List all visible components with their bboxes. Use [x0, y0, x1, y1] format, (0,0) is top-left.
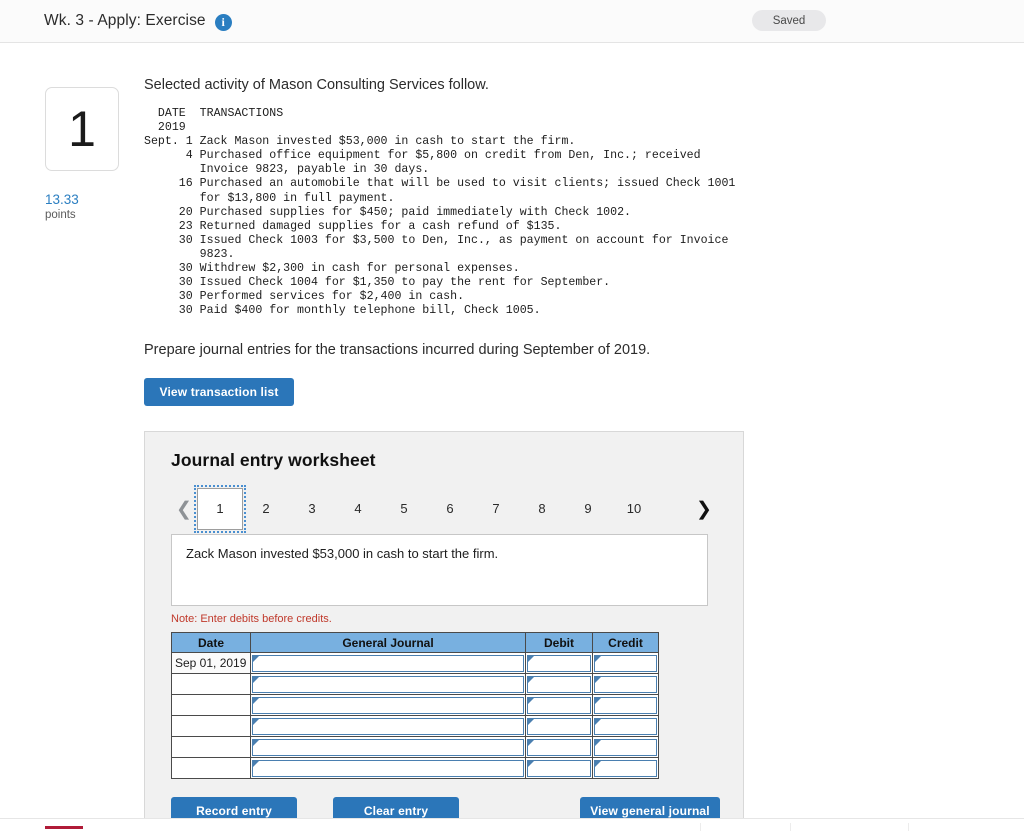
status-badge: Saved: [752, 10, 826, 31]
pager-page-4[interactable]: 4: [335, 488, 381, 530]
question-number-box: 1: [45, 87, 119, 171]
cell-date[interactable]: [171, 757, 251, 780]
account-select-field[interactable]: [252, 717, 524, 735]
cell-general-journal[interactable]: [250, 715, 526, 738]
cell-debit[interactable]: [525, 652, 593, 675]
info-icon[interactable]: i: [214, 13, 232, 31]
question-rail: 1 13.33 points: [45, 87, 141, 221]
credit-input-field[interactable]: [594, 759, 657, 777]
table-row: Sep 01, 2019: [171, 652, 659, 675]
debit-input-field[interactable]: [527, 759, 591, 777]
credit-input-field[interactable]: [594, 675, 657, 693]
cell-date[interactable]: [171, 715, 251, 738]
footer-accent-bar: [45, 826, 83, 829]
footer-bar: [0, 818, 1024, 831]
journal-entry-worksheet-panel: Journal entry worksheet ❮ 1 2 3 4 5 6 7 …: [144, 431, 744, 827]
debit-input-field[interactable]: [527, 654, 591, 672]
cell-date[interactable]: Sep 01, 2019: [171, 652, 251, 675]
credit-input-field[interactable]: [594, 738, 657, 756]
cell-credit[interactable]: [592, 715, 659, 738]
pager-page-8[interactable]: 8: [519, 488, 565, 530]
cell-credit[interactable]: [592, 757, 659, 780]
account-select-field[interactable]: [252, 738, 524, 756]
cell-debit[interactable]: [525, 694, 593, 717]
instruction-text: Prepare journal entries for the transact…: [144, 342, 651, 359]
intro-text: Selected activity of Mason Consulting Se…: [144, 77, 489, 93]
column-header-debit: Debit: [525, 632, 593, 654]
cell-debit[interactable]: [525, 757, 593, 780]
account-select-field[interactable]: [252, 759, 524, 777]
cell-credit[interactable]: [592, 673, 659, 696]
column-header-credit: Credit: [592, 632, 659, 654]
table-row: [171, 715, 659, 738]
cell-date[interactable]: [171, 694, 251, 717]
main-column: Selected activity of Mason Consulting Se…: [144, 55, 784, 827]
cell-general-journal[interactable]: [250, 757, 526, 780]
column-header-date: Date: [171, 632, 251, 654]
pager-page-7[interactable]: 7: [473, 488, 519, 530]
table-row: [171, 673, 659, 696]
column-header-general-journal: General Journal: [250, 632, 526, 654]
chevron-left-icon[interactable]: ❮: [171, 500, 197, 519]
top-bar: Wk. 3 - Apply: Exercise i Saved: [0, 0, 1024, 43]
transactions-block: DATE TRANSACTIONS 2019 Sept. 1 Zack Maso…: [144, 107, 736, 318]
worksheet-pager: ❮ 1 2 3 4 5 6 7 8 9 10 ❯: [171, 485, 717, 534]
cell-debit[interactable]: [525, 673, 593, 696]
account-select-field[interactable]: [252, 675, 524, 693]
points-label: points: [45, 209, 76, 221]
cell-general-journal[interactable]: [250, 736, 526, 759]
question-number: 1: [68, 101, 96, 157]
debit-input-field[interactable]: [527, 738, 591, 756]
table-row: [171, 736, 659, 759]
credit-input-field[interactable]: [594, 654, 657, 672]
cell-credit[interactable]: [592, 694, 659, 717]
page-title: Wk. 3 - Apply: Exercise: [44, 12, 206, 29]
entry-description-box: Zack Mason invested $53,000 in cash to s…: [171, 534, 708, 607]
table-row: [171, 757, 659, 780]
debit-input-field[interactable]: [527, 675, 591, 693]
cell-general-journal[interactable]: [250, 652, 526, 675]
account-select-field[interactable]: [252, 654, 524, 672]
cell-credit[interactable]: [592, 652, 659, 675]
credit-input-field[interactable]: [594, 717, 657, 735]
pager-page-1[interactable]: 1: [194, 485, 246, 534]
pager-page-6[interactable]: 6: [427, 488, 473, 530]
debit-input-field[interactable]: [527, 717, 591, 735]
cell-debit[interactable]: [525, 715, 593, 738]
pager-page-10[interactable]: 10: [611, 488, 657, 530]
cell-debit[interactable]: [525, 736, 593, 759]
cell-credit[interactable]: [592, 736, 659, 759]
pager-page-3[interactable]: 3: [289, 488, 335, 530]
worksheet-title: Journal entry worksheet: [171, 450, 376, 471]
journal-entry-table: Date General Journal Debit Credit Sep 01…: [171, 632, 659, 780]
table-row: [171, 694, 659, 717]
chevron-right-icon[interactable]: ❯: [691, 500, 717, 519]
page-body: 1 13.33 points Selected activity of Maso…: [0, 43, 1024, 827]
cell-date[interactable]: [171, 736, 251, 759]
cell-general-journal[interactable]: [250, 694, 526, 717]
table-header-row: Date General Journal Debit Credit: [171, 632, 659, 654]
credit-input-field[interactable]: [594, 696, 657, 714]
pager-page-2[interactable]: 2: [243, 488, 289, 530]
cell-date[interactable]: [171, 673, 251, 696]
account-select-field[interactable]: [252, 696, 524, 714]
pager-page-5[interactable]: 5: [381, 488, 427, 530]
points-value: 13.33: [45, 192, 79, 207]
debits-before-credits-note: Note: Enter debits before credits.: [171, 613, 332, 626]
view-transaction-list-button[interactable]: View transaction list: [144, 378, 294, 407]
cell-general-journal[interactable]: [250, 673, 526, 696]
debit-input-field[interactable]: [527, 696, 591, 714]
pager-page-9[interactable]: 9: [565, 488, 611, 530]
